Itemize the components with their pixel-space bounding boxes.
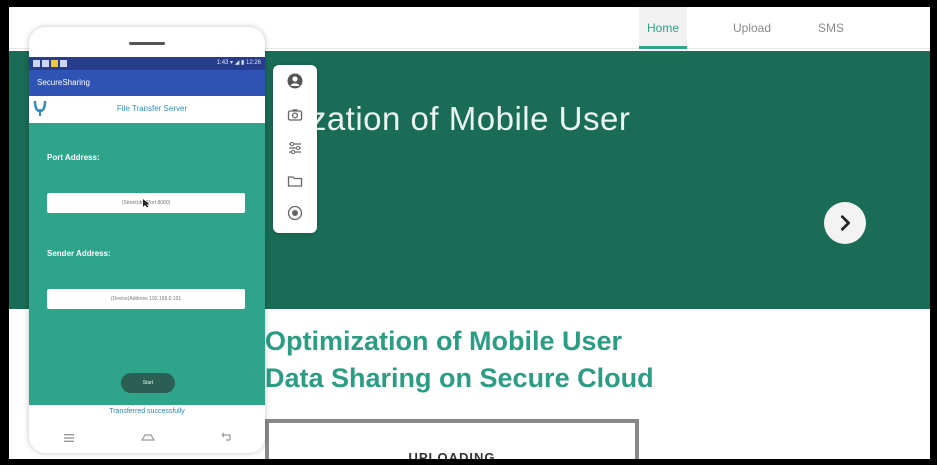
start-button[interactable]: Start bbox=[121, 373, 175, 393]
folder-icon bbox=[287, 176, 303, 187]
phone-nav-bar bbox=[29, 423, 265, 453]
app-title: SecureSharing bbox=[37, 78, 90, 87]
hero-text: ization of Mobile User bbox=[302, 100, 631, 137]
tool-settings[interactable] bbox=[285, 138, 305, 158]
notification-icons bbox=[33, 60, 73, 67]
phone-emulator: 1:43 ▾ ◢ ▮ 12:26 SecureSharing File Tran… bbox=[29, 27, 265, 453]
chevron-right-icon bbox=[840, 215, 850, 231]
sender-value: (Device)Address 192.168.0.101 bbox=[110, 296, 182, 302]
camera-icon bbox=[287, 109, 303, 121]
page-title: Optimization of Mobile User Data Sharing… bbox=[265, 323, 654, 397]
status-info: 1:43 ▾ ◢ ▮ 12:26 bbox=[216, 60, 261, 66]
tool-screenshot[interactable] bbox=[285, 105, 305, 125]
server-panel: Port Address: (Street)dm(Port 8080) Send… bbox=[29, 123, 265, 405]
port-field[interactable]: (Street)dm(Port 8080) bbox=[47, 193, 245, 213]
back-icon[interactable] bbox=[219, 432, 233, 444]
tool-folder[interactable] bbox=[285, 171, 305, 191]
phone-speaker bbox=[129, 42, 165, 45]
server-header: File Transfer Server bbox=[29, 96, 265, 122]
mouse-cursor-icon bbox=[143, 199, 150, 208]
sender-label: Sender Address: bbox=[47, 249, 111, 258]
nav-sms[interactable]: SMS bbox=[818, 7, 844, 49]
nav-upload[interactable]: Upload bbox=[733, 7, 771, 49]
sliders-icon bbox=[289, 141, 301, 155]
nav-home[interactable]: Home bbox=[639, 7, 688, 49]
status-bar: 1:43 ▾ ◢ ▮ 12:26 bbox=[29, 57, 265, 70]
carousel-next-button[interactable] bbox=[824, 202, 866, 244]
emulator-toolbar bbox=[273, 65, 317, 233]
page-title-line1: Optimization of Mobile User bbox=[265, 326, 623, 356]
user-icon bbox=[287, 73, 303, 89]
upload-box: UPLOADING bbox=[265, 419, 639, 459]
tool-account[interactable] bbox=[285, 71, 305, 91]
server-title: File Transfer Server bbox=[116, 104, 188, 113]
tool-more[interactable] bbox=[285, 203, 305, 223]
page-title-line2: Data Sharing on Secure Cloud bbox=[265, 363, 654, 393]
home-icon[interactable] bbox=[141, 432, 155, 444]
sender-field[interactable]: (Device)Address 192.168.0.101 bbox=[47, 289, 245, 309]
port-label: Port Address: bbox=[47, 153, 100, 162]
upload-label: UPLOADING bbox=[408, 450, 496, 459]
screen: Home Upload SMS ization of Mobile User O… bbox=[9, 7, 930, 459]
record-icon bbox=[287, 205, 303, 221]
app-bar: SecureSharing bbox=[29, 70, 265, 96]
transfer-result: Transferred successfully bbox=[109, 408, 185, 415]
menu-icon[interactable] bbox=[62, 432, 76, 444]
